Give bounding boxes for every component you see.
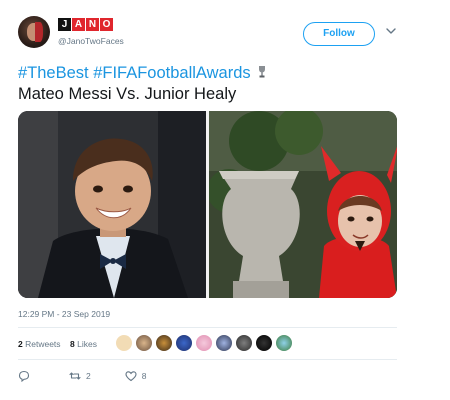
photo-devil-costume-illustration bbox=[209, 111, 397, 298]
author-handle[interactable]: @JanoTwoFaces bbox=[58, 36, 124, 46]
liker-avatar[interactable] bbox=[156, 335, 172, 351]
retweet-count: 2 bbox=[86, 371, 91, 381]
tweet-media[interactable] bbox=[18, 111, 397, 298]
liker-avatar[interactable] bbox=[256, 335, 272, 351]
name-letter: A bbox=[72, 17, 85, 31]
avatar-red-half bbox=[35, 22, 43, 42]
like-count: 8 bbox=[141, 371, 147, 381]
trophy-icon bbox=[259, 66, 266, 78]
liker-avatar[interactable] bbox=[236, 335, 252, 351]
media-photo-boy-suit[interactable] bbox=[18, 111, 206, 298]
follow-button[interactable]: Follow bbox=[303, 22, 375, 46]
author-name[interactable]: J A N O bbox=[58, 17, 113, 31]
retweets-stat[interactable]: 2 Retweets bbox=[18, 339, 61, 349]
liker-avatar[interactable] bbox=[176, 335, 192, 351]
avatar[interactable] bbox=[18, 16, 50, 48]
photo-boy-suit-illustration bbox=[18, 111, 206, 298]
tweet-card: J A N O @JanoTwoFaces Follow #TheBest #F… bbox=[0, 0, 450, 400]
liker-avatar[interactable] bbox=[136, 335, 152, 351]
liker-avatar[interactable] bbox=[116, 335, 132, 351]
retweet-button[interactable]: 2 bbox=[69, 370, 91, 382]
name-letter: N bbox=[86, 17, 99, 31]
media-photo-devil-costume[interactable] bbox=[209, 111, 397, 298]
liker-avatar[interactable] bbox=[276, 335, 292, 351]
name-letter: O bbox=[100, 17, 113, 31]
liker-avatar[interactable] bbox=[216, 335, 232, 351]
heart-icon bbox=[125, 371, 137, 382]
likes-stat[interactable]: 8 Likes bbox=[70, 339, 97, 349]
tweet-actions: 2 8 bbox=[18, 369, 180, 383]
liker-avatars bbox=[116, 335, 292, 353]
reply-icon bbox=[18, 370, 30, 382]
tweet-text: Mateo Messi Vs. Junior Healy bbox=[18, 85, 237, 103]
reply-button[interactable] bbox=[18, 370, 35, 382]
tweet-stats: 2 Retweets 8 Likes bbox=[18, 339, 97, 349]
name-letter: J bbox=[58, 17, 71, 31]
chevron-down-icon[interactable] bbox=[386, 26, 396, 36]
like-button[interactable]: 8 bbox=[125, 370, 147, 382]
liker-avatar[interactable] bbox=[196, 335, 212, 351]
divider bbox=[18, 359, 397, 360]
divider bbox=[18, 327, 397, 328]
retweet-icon bbox=[69, 372, 81, 380]
hashtags-text[interactable]: #TheBest #FIFAFootballAwards bbox=[18, 64, 251, 82]
tweet-timestamp[interactable]: 12:29 PM - 23 Sep 2019 bbox=[18, 309, 110, 319]
tweet-hashtags[interactable]: #TheBest #FIFAFootballAwards bbox=[18, 64, 267, 83]
